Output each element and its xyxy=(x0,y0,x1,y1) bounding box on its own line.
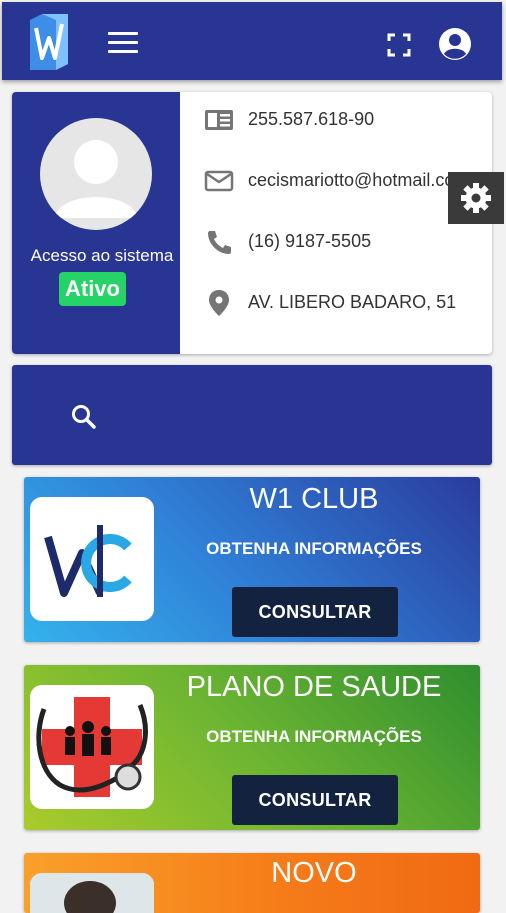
hamburger-menu-icon[interactable] xyxy=(108,32,138,56)
account-circle-icon[interactable] xyxy=(438,27,472,61)
fullscreen-icon[interactable] xyxy=(386,32,412,58)
w1-club-logo xyxy=(30,497,154,621)
consult-button-w1-club[interactable]: CONSULTAR xyxy=(232,587,398,637)
search-icon[interactable] xyxy=(70,403,98,431)
card-title: NOVO xyxy=(271,857,357,889)
gear-icon xyxy=(461,183,491,213)
document-row: 255.587.618-90 xyxy=(192,100,492,140)
email-row: cecismariotto@hotmail.co xyxy=(192,161,492,201)
email-address: cecismariotto@hotmail.co xyxy=(248,170,455,190)
card-title: W1 CLUB xyxy=(249,483,379,515)
w-logo-icon[interactable] xyxy=(28,14,70,70)
person-photo xyxy=(30,873,154,913)
profile-summary: Acesso ao sistema Ativo xyxy=(12,92,180,354)
access-label: Acesso ao sistema xyxy=(30,246,174,265)
phone-icon xyxy=(208,231,231,254)
address-row: AV. LIBERO BADARO, 51 xyxy=(192,283,492,323)
phone-row: (16) 9187-5505 xyxy=(192,222,492,262)
document-number: 255.587.618-90 xyxy=(248,109,375,129)
top-app-bar xyxy=(2,2,502,80)
search-input[interactable] xyxy=(122,395,466,437)
street-address: AV. LIBERO BADARO, 51 xyxy=(248,292,457,312)
w1-club-card: W1 CLUB OBTENHA INFORMAÇÕES CONSULTAR xyxy=(24,477,480,642)
card-subtitle: OBTENHA INFORMAÇÕES xyxy=(206,727,422,746)
health-plan-card: PLANO DE SAUDE OBTENHA INFORMAÇÕES CONSU… xyxy=(24,665,480,830)
search-bar xyxy=(12,365,492,465)
location-pin-icon xyxy=(209,290,229,316)
user-avatar-icon xyxy=(40,118,152,230)
phone-number: (16) 9187-5505 xyxy=(248,231,372,251)
consult-button-health-plan[interactable]: CONSULTAR xyxy=(232,775,398,825)
status-badge: Ativo xyxy=(59,272,126,306)
settings-button[interactable] xyxy=(448,172,504,224)
id-card-icon xyxy=(205,110,233,130)
novo-card: NOVO xyxy=(24,853,480,913)
health-plan-family-stethoscope-icon xyxy=(30,685,154,809)
card-title: PLANO DE SAUDE xyxy=(186,671,442,703)
card-subtitle: OBTENHA INFORMAÇÕES xyxy=(206,539,422,558)
profile-card: Acesso ao sistema Ativo 255.587.618-90 c… xyxy=(12,92,492,354)
mail-icon xyxy=(204,170,234,192)
